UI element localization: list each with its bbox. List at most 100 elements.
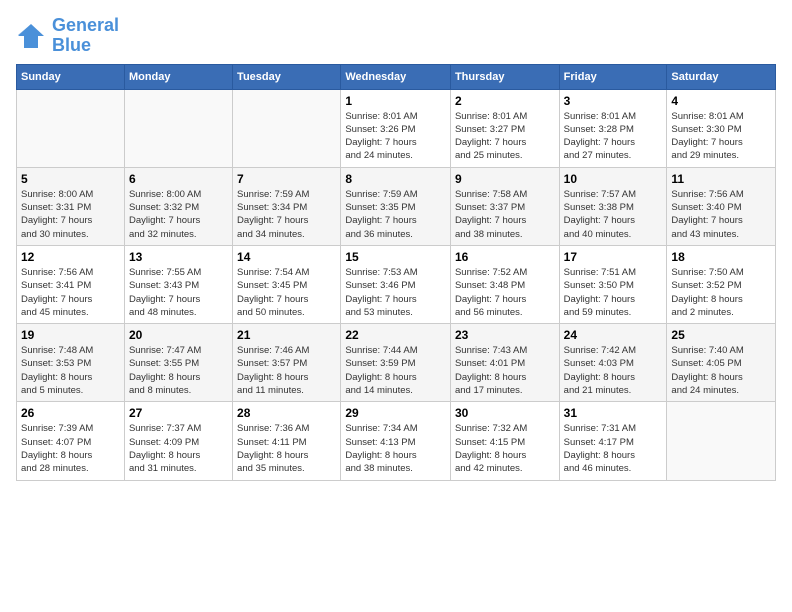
day-number: 22 xyxy=(345,328,446,342)
day-info: Sunrise: 7:40 AM Sunset: 4:05 PM Dayligh… xyxy=(671,344,771,397)
calendar-cell: 1 Sunrise: 8:01 AM Sunset: 3:26 PM Daylig… xyxy=(341,89,451,167)
calendar-table: SundayMondayTuesdayWednesdayThursdayFrid… xyxy=(16,64,776,481)
calendar-cell: 19 Sunrise: 7:48 AM Sunset: 3:53 PM Dayli… xyxy=(17,324,125,402)
day-info: Sunrise: 7:42 AM Sunset: 4:03 PM Dayligh… xyxy=(564,344,663,397)
calendar-week-4: 19 Sunrise: 7:48 AM Sunset: 3:53 PM Dayli… xyxy=(17,324,776,402)
day-info: Sunrise: 8:00 AM Sunset: 3:32 PM Dayligh… xyxy=(129,188,228,241)
day-number: 12 xyxy=(21,250,120,264)
day-info: Sunrise: 8:00 AM Sunset: 3:31 PM Dayligh… xyxy=(21,188,120,241)
day-number: 25 xyxy=(671,328,771,342)
calendar-cell: 26 Sunrise: 7:39 AM Sunset: 4:07 PM Dayli… xyxy=(17,402,125,480)
calendar-week-2: 5 Sunrise: 8:00 AM Sunset: 3:31 PM Daylig… xyxy=(17,167,776,245)
calendar-cell: 5 Sunrise: 8:00 AM Sunset: 3:31 PM Daylig… xyxy=(17,167,125,245)
logo-text: General xyxy=(52,16,119,36)
day-info: Sunrise: 7:43 AM Sunset: 4:01 PM Dayligh… xyxy=(455,344,555,397)
day-number: 30 xyxy=(455,406,555,420)
day-number: 15 xyxy=(345,250,446,264)
calendar-cell: 7Sunrise: 7:59 AM Sunset: 3:34 PM Daylig… xyxy=(233,167,341,245)
calendar-cell: 2 Sunrise: 8:01 AM Sunset: 3:27 PM Daylig… xyxy=(450,89,559,167)
day-info: Sunrise: 8:01 AM Sunset: 3:30 PM Dayligh… xyxy=(671,110,771,163)
day-info: Sunrise: 7:32 AM Sunset: 4:15 PM Dayligh… xyxy=(455,422,555,475)
day-number: 7 xyxy=(237,172,336,186)
day-number: 29 xyxy=(345,406,446,420)
day-number: 10 xyxy=(564,172,663,186)
day-number: 17 xyxy=(564,250,663,264)
day-number: 4 xyxy=(671,94,771,108)
calendar-cell: 20Sunrise: 7:47 AM Sunset: 3:55 PM Dayli… xyxy=(124,324,232,402)
calendar-cell: 31 Sunrise: 7:31 AM Sunset: 4:17 PM Dayli… xyxy=(559,402,667,480)
calendar-cell: 24 Sunrise: 7:42 AM Sunset: 4:03 PM Dayli… xyxy=(559,324,667,402)
day-info: Sunrise: 7:57 AM Sunset: 3:38 PM Dayligh… xyxy=(564,188,663,241)
calendar-cell: 14Sunrise: 7:54 AM Sunset: 3:45 PM Dayli… xyxy=(233,245,341,323)
day-info: Sunrise: 7:52 AM Sunset: 3:48 PM Dayligh… xyxy=(455,266,555,319)
day-info: Sunrise: 7:34 AM Sunset: 4:13 PM Dayligh… xyxy=(345,422,446,475)
day-number: 16 xyxy=(455,250,555,264)
header-saturday: Saturday xyxy=(667,64,776,89)
calendar-cell: 16 Sunrise: 7:52 AM Sunset: 3:48 PM Dayli… xyxy=(450,245,559,323)
day-number: 19 xyxy=(21,328,120,342)
calendar-cell: 6 Sunrise: 8:00 AM Sunset: 3:32 PM Daylig… xyxy=(124,167,232,245)
day-info: Sunrise: 7:39 AM Sunset: 4:07 PM Dayligh… xyxy=(21,422,120,475)
day-info: Sunrise: 7:51 AM Sunset: 3:50 PM Dayligh… xyxy=(564,266,663,319)
day-number: 2 xyxy=(455,94,555,108)
day-number: 28 xyxy=(237,406,336,420)
calendar-cell: 10 Sunrise: 7:57 AM Sunset: 3:38 PM Dayli… xyxy=(559,167,667,245)
day-info: Sunrise: 7:58 AM Sunset: 3:37 PM Dayligh… xyxy=(455,188,555,241)
calendar-week-1: 1 Sunrise: 8:01 AM Sunset: 3:26 PM Daylig… xyxy=(17,89,776,167)
day-info: Sunrise: 7:37 AM Sunset: 4:09 PM Dayligh… xyxy=(129,422,228,475)
day-info: Sunrise: 7:54 AM Sunset: 3:45 PM Dayligh… xyxy=(237,266,336,319)
header-monday: Monday xyxy=(124,64,232,89)
calendar-cell: 8 Sunrise: 7:59 AM Sunset: 3:35 PM Daylig… xyxy=(341,167,451,245)
header-thursday: Thursday xyxy=(450,64,559,89)
calendar-cell xyxy=(17,89,125,167)
day-number: 6 xyxy=(129,172,228,186)
day-info: Sunrise: 7:50 AM Sunset: 3:52 PM Dayligh… xyxy=(671,266,771,319)
day-number: 3 xyxy=(564,94,663,108)
header-sunday: Sunday xyxy=(17,64,125,89)
day-info: Sunrise: 7:55 AM Sunset: 3:43 PM Dayligh… xyxy=(129,266,228,319)
calendar-cell: 4 Sunrise: 8:01 AM Sunset: 3:30 PM Daylig… xyxy=(667,89,776,167)
day-info: Sunrise: 7:36 AM Sunset: 4:11 PM Dayligh… xyxy=(237,422,336,475)
day-info: Sunrise: 7:47 AM Sunset: 3:55 PM Dayligh… xyxy=(129,344,228,397)
day-number: 26 xyxy=(21,406,120,420)
calendar-cell: 22 Sunrise: 7:44 AM Sunset: 3:59 PM Dayli… xyxy=(341,324,451,402)
day-info: Sunrise: 7:59 AM Sunset: 3:35 PM Dayligh… xyxy=(345,188,446,241)
header-tuesday: Tuesday xyxy=(233,64,341,89)
day-number: 24 xyxy=(564,328,663,342)
calendar-week-3: 12Sunrise: 7:56 AM Sunset: 3:41 PM Dayli… xyxy=(17,245,776,323)
calendar-cell: 25 Sunrise: 7:40 AM Sunset: 4:05 PM Dayli… xyxy=(667,324,776,402)
header-wednesday: Wednesday xyxy=(341,64,451,89)
page-header: General Blue xyxy=(16,16,776,56)
day-info: Sunrise: 7:44 AM Sunset: 3:59 PM Dayligh… xyxy=(345,344,446,397)
day-info: Sunrise: 8:01 AM Sunset: 3:28 PM Dayligh… xyxy=(564,110,663,163)
calendar-header-row: SundayMondayTuesdayWednesdayThursdayFrid… xyxy=(17,64,776,89)
calendar-cell: 3 Sunrise: 8:01 AM Sunset: 3:28 PM Daylig… xyxy=(559,89,667,167)
calendar-cell: 13Sunrise: 7:55 AM Sunset: 3:43 PM Dayli… xyxy=(124,245,232,323)
day-number: 23 xyxy=(455,328,555,342)
header-friday: Friday xyxy=(559,64,667,89)
day-info: Sunrise: 8:01 AM Sunset: 3:27 PM Dayligh… xyxy=(455,110,555,163)
day-number: 11 xyxy=(671,172,771,186)
calendar-cell xyxy=(124,89,232,167)
day-info: Sunrise: 8:01 AM Sunset: 3:26 PM Dayligh… xyxy=(345,110,446,163)
day-number: 27 xyxy=(129,406,228,420)
calendar-cell xyxy=(667,402,776,480)
calendar-cell: 23 Sunrise: 7:43 AM Sunset: 4:01 PM Dayli… xyxy=(450,324,559,402)
day-number: 21 xyxy=(237,328,336,342)
calendar-cell: 11 Sunrise: 7:56 AM Sunset: 3:40 PM Dayli… xyxy=(667,167,776,245)
logo-icon xyxy=(16,22,46,50)
day-number: 9 xyxy=(455,172,555,186)
day-info: Sunrise: 7:56 AM Sunset: 3:40 PM Dayligh… xyxy=(671,188,771,241)
day-info: Sunrise: 7:31 AM Sunset: 4:17 PM Dayligh… xyxy=(564,422,663,475)
calendar-cell: 15 Sunrise: 7:53 AM Sunset: 3:46 PM Dayli… xyxy=(341,245,451,323)
calendar-cell: 27 Sunrise: 7:37 AM Sunset: 4:09 PM Dayli… xyxy=(124,402,232,480)
day-number: 8 xyxy=(345,172,446,186)
day-info: Sunrise: 7:48 AM Sunset: 3:53 PM Dayligh… xyxy=(21,344,120,397)
calendar-cell: 17 Sunrise: 7:51 AM Sunset: 3:50 PM Dayli… xyxy=(559,245,667,323)
day-number: 1 xyxy=(345,94,446,108)
day-number: 18 xyxy=(671,250,771,264)
day-number: 31 xyxy=(564,406,663,420)
day-number: 5 xyxy=(21,172,120,186)
calendar-cell: 28 Sunrise: 7:36 AM Sunset: 4:11 PM Dayli… xyxy=(233,402,341,480)
day-info: Sunrise: 7:53 AM Sunset: 3:46 PM Dayligh… xyxy=(345,266,446,319)
